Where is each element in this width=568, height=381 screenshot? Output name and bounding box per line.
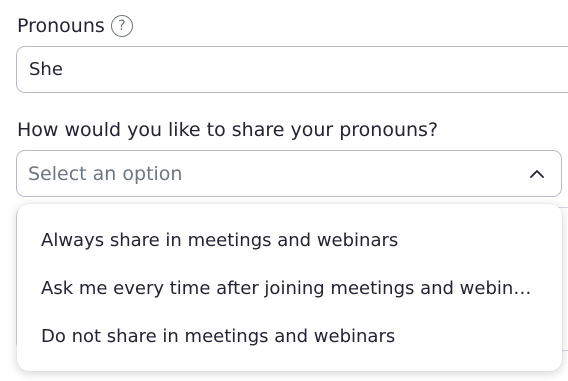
pronouns-label: Pronouns bbox=[17, 15, 105, 37]
select-placeholder: Select an option bbox=[28, 162, 183, 185]
option-always-share[interactable]: Always share in meetings and webinars bbox=[17, 216, 562, 264]
option-label: Do not share in meetings and webinars bbox=[41, 325, 396, 347]
pronouns-input[interactable] bbox=[16, 46, 568, 93]
question-circle-icon[interactable]: ? bbox=[110, 15, 133, 37]
share-options-dropdown: Always share in meetings and webinars As… bbox=[17, 204, 562, 371]
option-label: Ask me every time after joining meetings… bbox=[41, 277, 538, 299]
help-glyph: ? bbox=[118, 18, 126, 34]
share-pronouns-question: How would you like to share your pronoun… bbox=[17, 119, 439, 141]
chevron-up-icon bbox=[528, 165, 546, 183]
option-do-not-share[interactable]: Do not share in meetings and webinars bbox=[17, 312, 562, 360]
pronouns-label-row: Pronouns ? bbox=[17, 13, 133, 39]
share-pronouns-select[interactable]: Select an option bbox=[16, 150, 562, 197]
option-ask-every-time[interactable]: Ask me every time after joining meetings… bbox=[17, 264, 562, 312]
option-label: Always share in meetings and webinars bbox=[41, 229, 399, 251]
pronouns-settings-panel: Pronouns ? How would you like to share y… bbox=[0, 0, 568, 381]
